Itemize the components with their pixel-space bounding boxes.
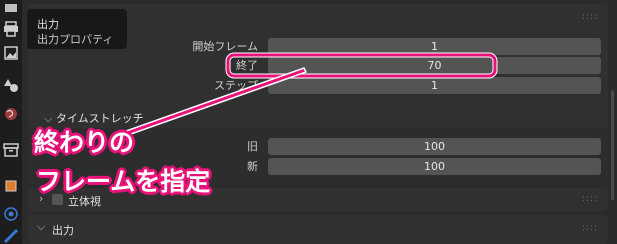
annotation-text-line1: 終わりの	[34, 128, 135, 157]
callout-arrow	[110, 67, 308, 141]
highlight-box-outline	[225, 52, 498, 79]
annotation-text-line2: フレームを指定	[36, 167, 211, 196]
highlight-box	[226, 53, 497, 78]
annotation-overlay	[110, 52, 498, 141]
